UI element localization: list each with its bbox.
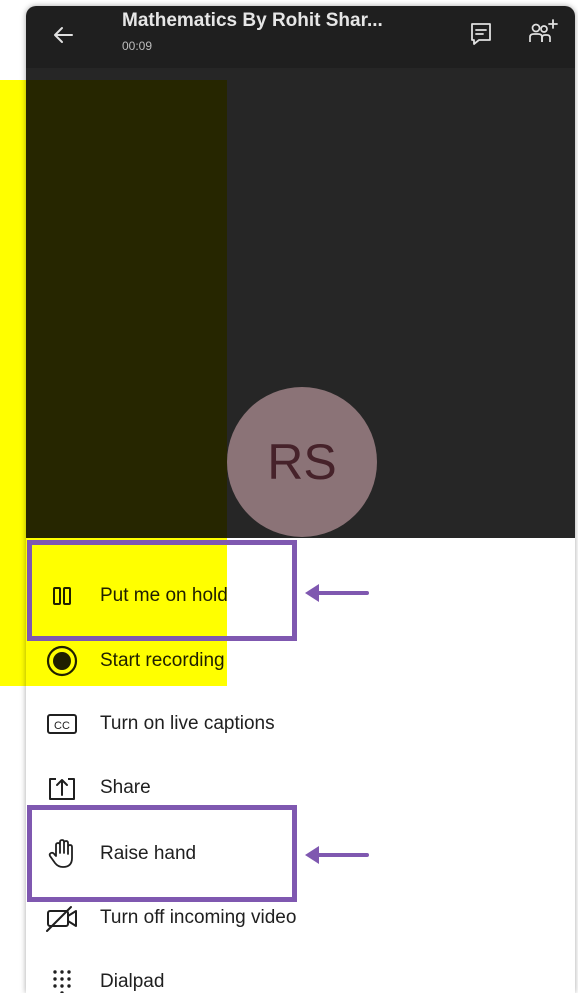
call-header: Mathematics By Rohit Shar... 00:09 xyxy=(26,6,575,68)
screenshot: Mathematics By Rohit Shar... 00:09 RS Pu… xyxy=(0,0,578,993)
cc-icon: CC xyxy=(44,706,80,742)
more-actions-menu: Put me on hold Start recording CC Turn o… xyxy=(26,538,575,993)
menu-item-label: Turn off incoming video xyxy=(100,907,297,928)
menu-item-label: Put me on hold xyxy=(100,585,228,606)
svg-text:CC: CC xyxy=(54,720,70,732)
hand-icon xyxy=(44,836,80,872)
participants-button[interactable] xyxy=(526,16,560,50)
menu-item-label: Turn on live captions xyxy=(100,713,275,734)
menu-item-recording[interactable]: Start recording xyxy=(26,633,575,689)
call-timer: 00:09 xyxy=(122,39,153,53)
menu-item-hold[interactable]: Put me on hold xyxy=(26,568,575,624)
menu-item-dialpad[interactable]: Dialpad xyxy=(26,954,575,993)
menu-item-label: Start recording xyxy=(100,650,225,671)
chat-button[interactable] xyxy=(467,20,495,48)
participant-avatar: RS xyxy=(227,387,377,537)
back-button[interactable] xyxy=(48,20,78,50)
share-icon xyxy=(44,770,80,806)
annotation-arrow-hold xyxy=(305,584,369,602)
back-arrow-icon xyxy=(54,27,73,43)
menu-item-label: Share xyxy=(100,777,151,798)
record-icon xyxy=(44,643,80,679)
video-off-icon xyxy=(44,900,80,936)
menu-item-incoming-video[interactable]: Turn off incoming video xyxy=(26,890,575,946)
teams-call-window: Mathematics By Rohit Shar... 00:09 RS Pu… xyxy=(26,6,575,993)
pause-icon xyxy=(44,578,80,614)
menu-item-share[interactable]: Share xyxy=(26,760,575,816)
call-title: Mathematics By Rohit Shar... xyxy=(122,10,383,31)
menu-item-label: Dialpad xyxy=(100,971,165,992)
annotation-arrow-raise-hand xyxy=(305,846,369,864)
chat-icon xyxy=(471,23,491,45)
menu-item-label: Raise hand xyxy=(100,843,197,864)
add-people-icon xyxy=(529,19,558,42)
menu-item-raise-hand[interactable]: Raise hand xyxy=(26,826,575,882)
dialpad-icon xyxy=(44,964,80,993)
menu-item-captions[interactable]: CC Turn on live captions xyxy=(26,696,575,752)
video-stage: RS xyxy=(26,68,575,538)
